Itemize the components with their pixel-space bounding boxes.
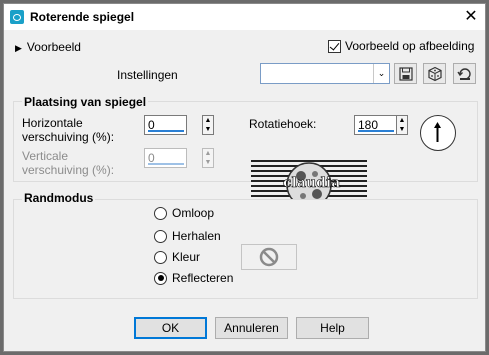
dial-pointer-icon — [434, 122, 441, 142]
rotation-dial[interactable] — [420, 115, 456, 151]
horizontal-offset-label-1: Horizontale — [22, 116, 83, 130]
settings-combobox[interactable]: ⌄ — [260, 63, 390, 84]
rotation-angle-spinner[interactable]: ▲ ▼ — [396, 115, 408, 135]
help-button[interactable]: Help — [296, 317, 369, 339]
radio-kleur[interactable]: Kleur — [154, 250, 200, 264]
no-color-icon — [259, 247, 279, 267]
window-title: Roterende spiegel — [30, 10, 135, 24]
preview-on-image-checkbox[interactable]: Voorbeeld op afbeelding — [328, 39, 474, 53]
radio-herhalen[interactable]: Herhalen — [154, 229, 221, 243]
rotation-angle-slider-bar — [358, 130, 394, 132]
radio-herhalen-label: Herhalen — [172, 229, 221, 243]
horizontal-offset-input[interactable]: 0 — [144, 115, 187, 135]
vertical-offset-input[interactable]: 0 — [144, 148, 187, 168]
radio-selected-icon[interactable] — [154, 271, 167, 285]
ok-button[interactable]: OK — [134, 317, 207, 339]
cancel-button[interactable]: Annuleren — [215, 317, 288, 339]
edge-mode-title: Randmodus — [22, 191, 96, 205]
checkbox-checked-icon[interactable] — [328, 39, 341, 53]
random-preset-button[interactable] — [423, 63, 446, 84]
reset-icon — [456, 68, 471, 80]
radio-empty-icon[interactable] — [154, 250, 167, 264]
horizontal-offset-label-2: verschuiving (%): — [22, 130, 115, 144]
vertical-offset-slider-bar — [148, 163, 184, 165]
dialog-window: Roterende spiegel ✕ ▶ Voorbeeld Voorbeeld… — [3, 3, 486, 352]
radio-reflecteren[interactable]: Reflecteren — [154, 271, 233, 285]
preview-toggle[interactable]: ▶ Voorbeeld — [15, 40, 81, 54]
rotation-angle-input[interactable]: 180 — [354, 115, 397, 135]
save-preset-button[interactable] — [394, 63, 417, 84]
radio-omloop-label: Omloop — [172, 206, 215, 220]
close-button[interactable]: ✕ — [461, 7, 481, 27]
radio-empty-icon[interactable] — [154, 206, 167, 220]
vertical-offset-spinner[interactable]: ▲ ▼ — [202, 148, 214, 168]
watermark-text: claudia — [283, 175, 341, 192]
color-swatch-disabled[interactable] — [241, 244, 297, 270]
vertical-offset-label-1: Verticale — [22, 149, 69, 163]
horizontal-offset-spinner[interactable]: ▲ ▼ — [202, 115, 214, 135]
radio-empty-icon[interactable] — [154, 229, 167, 243]
save-icon — [398, 67, 413, 81]
horizontal-offset-slider-bar — [148, 130, 184, 132]
radio-reflecteren-label: Reflecteren — [172, 271, 234, 285]
expand-triangle-icon: ▶ — [15, 43, 22, 53]
radio-kleur-label: Kleur — [172, 250, 201, 264]
rotation-angle-label: Rotatiehoek: — [249, 117, 317, 131]
app-icon — [10, 10, 24, 24]
preview-toggle-label: Voorbeeld — [26, 40, 81, 54]
mirror-placement-title: Plaatsing van spiegel — [22, 95, 149, 109]
vertical-offset-label-2: verschuiving (%): — [22, 163, 115, 177]
dice-icon — [427, 66, 442, 82]
preview-on-image-label: Voorbeeld op afbeelding — [345, 39, 475, 53]
reset-preset-button[interactable] — [453, 63, 476, 84]
settings-label: Instellingen — [117, 68, 178, 82]
title-bar: Roterende spiegel ✕ — [4, 4, 485, 30]
chevron-down-icon[interactable]: ⌄ — [373, 64, 389, 83]
radio-omloop[interactable]: Omloop — [154, 206, 214, 220]
